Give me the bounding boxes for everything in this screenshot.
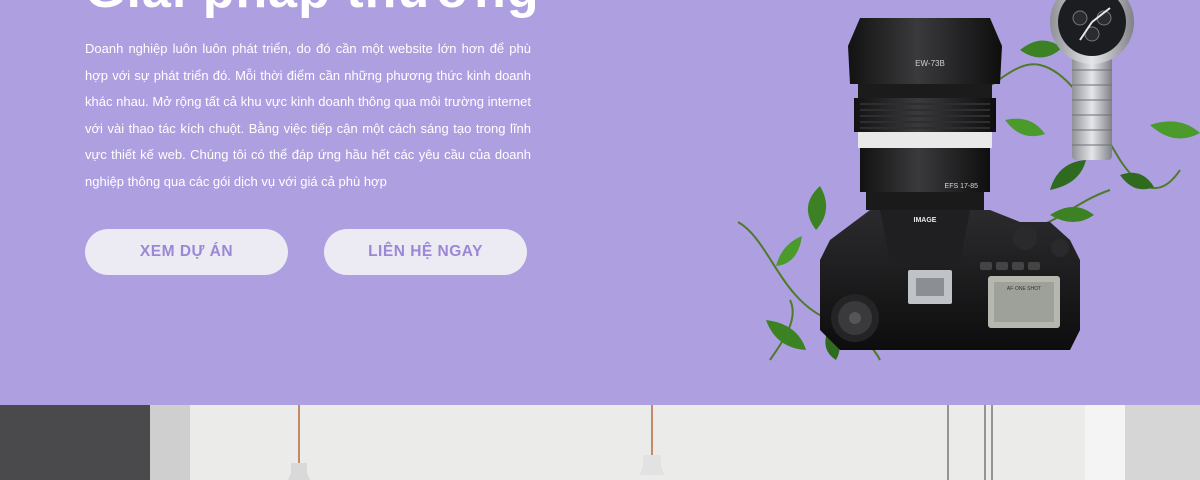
interior-photo-section [0, 405, 1200, 480]
product-illustration: EW-73B EFS 17-85 IMAGE AF·ONE SHOT [737, 0, 1200, 361]
hero-title: Giải pháp thương [85, 0, 540, 20]
hero-section: Giải pháp thương Doanh nghiệp luôn luôn … [0, 0, 1200, 405]
view-projects-button[interactable]: XEM DỰ ÁN [85, 229, 288, 275]
interior-photo [0, 405, 1200, 480]
watch-image [1050, 0, 1134, 160]
svg-text:EFS 17-85: EFS 17-85 [945, 183, 979, 190]
contact-now-button[interactable]: LIÊN HỆ NGAY [324, 229, 527, 275]
hero-description: Doanh nghiệp luôn luôn phát triển, do đó… [85, 41, 531, 189]
svg-text:EW-73B: EW-73B [915, 59, 945, 68]
camera-image: EW-73B EFS 17-85 IMAGE AF·ONE SHOT [820, 18, 1080, 350]
svg-text:IMAGE: IMAGE [914, 217, 937, 224]
svg-text:AF·ONE SHOT: AF·ONE SHOT [1007, 286, 1041, 292]
